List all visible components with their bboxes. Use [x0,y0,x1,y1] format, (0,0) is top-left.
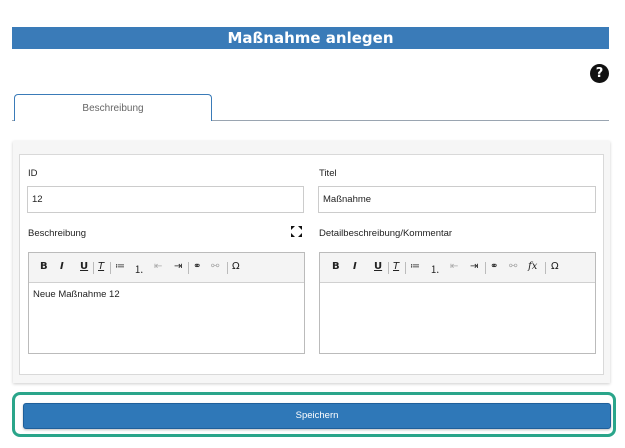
italic-button[interactable]: I [353,261,357,272]
description-toolbar: B I U T ≔ ⒈ ⇤ ⇥ ⚭ ⚯ Ω [29,253,304,283]
underline-button[interactable]: U [80,261,88,272]
outdent-button[interactable]: ⇤ [154,261,162,272]
description-editor[interactable]: B I U T ≔ ⒈ ⇤ ⇥ ⚭ ⚯ Ω Neue Maßnahme 12 [28,252,305,354]
id-field[interactable]: 12 [27,186,304,213]
toolbar-separator [93,262,94,274]
detail-editor[interactable]: B I U T ≔ ⒈ ⇤ ⇥ ⚭ ⚯ fx Ω [319,252,596,354]
numbered-list-button[interactable]: ⒈ [430,261,440,276]
toolbar-separator [110,262,111,274]
toolbar-separator [227,262,228,274]
indent-button[interactable]: ⇥ [470,261,478,272]
clear-format-button[interactable]: T [98,261,104,272]
bullet-list-button[interactable]: ≔ [410,261,420,272]
toolbar-separator [545,262,546,274]
bold-button[interactable]: B [40,261,48,272]
numbered-list-button[interactable]: ⒈ [134,261,144,276]
page-title: Maßnahme anlegen [12,27,609,49]
unlink-icon[interactable]: ⚯ [211,261,219,272]
clear-format-button[interactable]: T [393,261,399,272]
special-char-button[interactable]: Ω [551,261,559,272]
italic-button[interactable]: I [60,261,64,272]
underline-button[interactable]: U [374,261,382,272]
toolbar-separator [485,262,486,274]
indent-button[interactable]: ⇥ [174,261,182,272]
toolbar-separator [188,262,189,274]
expand-icon[interactable] [291,226,302,237]
help-icon[interactable]: ? [590,64,609,83]
title-field[interactable]: Maßnahme [318,186,596,213]
bold-button[interactable]: B [332,261,340,272]
description-label: Beschreibung [28,228,87,239]
description-text: Neue Maßnahme 12 [33,289,120,300]
save-button[interactable]: Speichern [23,403,611,429]
detail-label: Detailbeschreibung/Kommentar [319,228,453,239]
tab-beschreibung[interactable]: Beschreibung [14,94,212,121]
unlink-icon[interactable]: ⚯ [509,261,517,272]
formula-button[interactable]: fx [528,261,537,272]
id-label: ID [28,168,38,179]
toolbar-separator [388,262,389,274]
link-icon[interactable]: ⚭ [490,261,498,272]
special-char-button[interactable]: Ω [232,261,240,272]
detail-toolbar: B I U T ≔ ⒈ ⇤ ⇥ ⚭ ⚯ fx Ω [320,253,595,283]
bullet-list-button[interactable]: ≔ [115,261,125,272]
link-icon[interactable]: ⚭ [193,261,201,272]
toolbar-separator [405,262,406,274]
title-label: Titel [319,168,337,179]
outdent-button[interactable]: ⇤ [450,261,458,272]
